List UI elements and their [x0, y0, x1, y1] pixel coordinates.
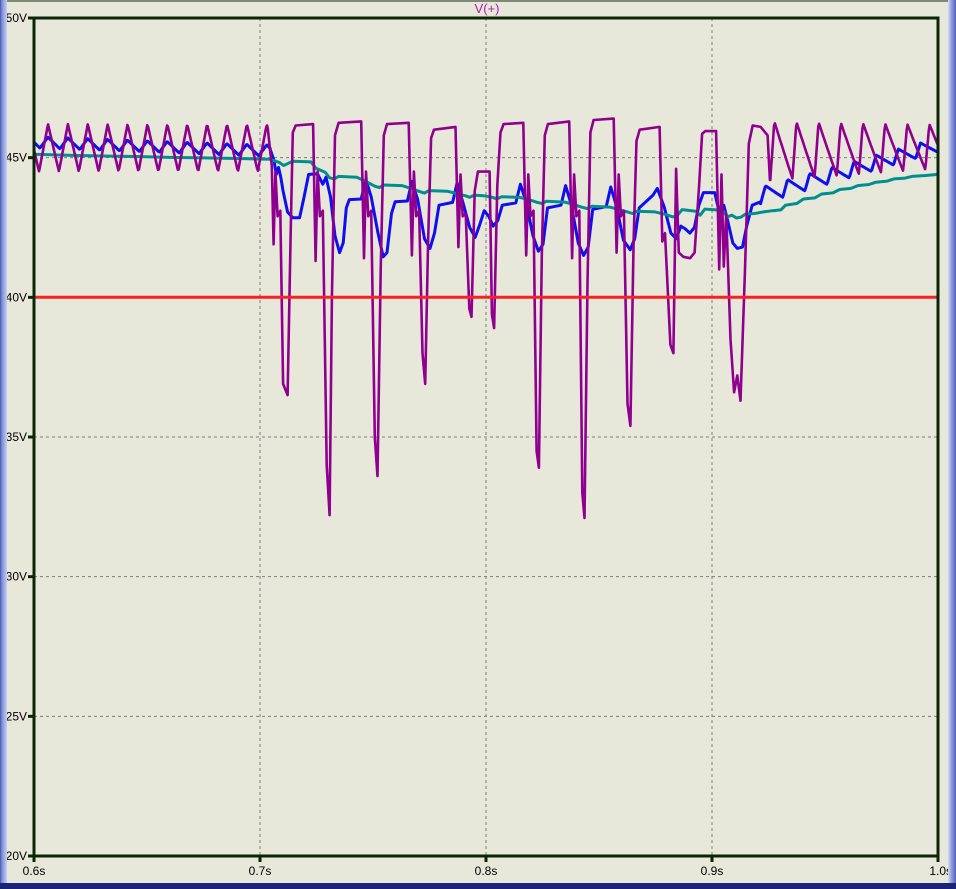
x-tick-label: 0.7s [249, 864, 272, 878]
x-tick-label: 0.9s [701, 864, 724, 878]
y-tick-label: 40V [6, 290, 27, 304]
x-tick-label: 0.8s [475, 864, 498, 878]
y-tick-label: 25V [6, 709, 27, 723]
x-tick-label: 0.6s [23, 864, 46, 878]
y-tick-label: 50V [6, 11, 27, 25]
y-tick-label: 20V [6, 849, 27, 863]
window-right-resize-border[interactable] [948, 0, 956, 883]
window-bottom-resize-border[interactable] [0, 883, 956, 889]
plot-title: V(+) [474, 1, 500, 16]
y-tick-label: 45V [6, 151, 27, 165]
y-tick-label: 30V [6, 570, 27, 584]
y-tick-label: 35V [6, 430, 27, 444]
waveform-plot[interactable]: 0.6s 0.7s 0.8s 0.9s 1.0s20V25V30V35V40V45V50… [0, 0, 956, 889]
waveform-viewer-window: 0.6s 0.7s 0.8s 0.9s 1.0s 20V 25V 30V 35V 40V 45V 50… [0, 0, 956, 889]
window-left-resize-border[interactable] [0, 0, 7, 883]
